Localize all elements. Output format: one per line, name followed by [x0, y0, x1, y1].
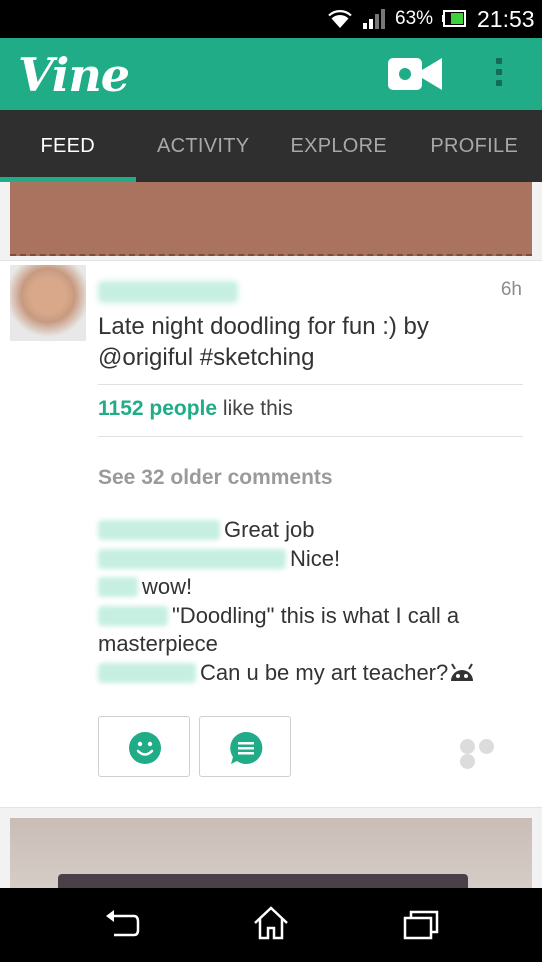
feed[interactable]: 6h Late night doodling for fun :) by @or… — [0, 182, 542, 888]
screen: 63% 21:53 Vine FEED ACTIVITY EXPLORE PRO… — [0, 0, 542, 962]
see-older-comments-link[interactable]: See 32 older comments — [98, 466, 333, 490]
video-camera-icon[interactable] — [388, 58, 442, 90]
comment-user[interactable] — [98, 548, 286, 569]
comment-user[interactable] — [98, 662, 196, 683]
next-video-thumbnail[interactable] — [10, 818, 532, 888]
comment-icon — [230, 731, 263, 764]
signal-icon — [363, 9, 385, 29]
status-bar: 63% 21:53 — [0, 0, 542, 38]
vine-logo[interactable]: Vine — [18, 48, 130, 102]
likes-count[interactable]: 1152 people — [98, 397, 217, 420]
navigation-bar — [0, 888, 542, 962]
tab-bar: FEED ACTIVITY EXPLORE PROFILE — [0, 110, 542, 182]
comment: Can u be my art teacher? — [98, 659, 518, 688]
comment-user[interactable] — [98, 605, 168, 626]
like-button[interactable] — [98, 716, 190, 777]
wifi-icon — [328, 10, 352, 28]
likes-suffix: like this — [217, 397, 293, 420]
post-author-name[interactable] — [98, 281, 238, 303]
post-caption: Late night doodling for fun :) by @origi… — [98, 313, 429, 371]
battery-percent: 63% — [395, 8, 434, 29]
tab-explore[interactable]: EXPLORE — [271, 110, 407, 182]
comment-user[interactable] — [98, 577, 138, 597]
comment-text: Can u be my art teacher? — [200, 659, 449, 685]
recent-apps-icon[interactable] — [403, 908, 439, 940]
android-emoji-icon — [451, 662, 474, 681]
back-icon[interactable] — [104, 908, 140, 938]
divider — [98, 436, 523, 437]
comment: Great job — [98, 516, 518, 545]
comment-button[interactable] — [199, 716, 291, 777]
comment-text: Nice! — [290, 545, 341, 571]
overflow-menu-icon[interactable] — [488, 58, 510, 92]
comment: "Doodling" this is what I call a masterp… — [98, 602, 518, 659]
comment-text: Great job — [224, 517, 315, 542]
likes-line[interactable]: 1152 people like this — [98, 397, 293, 421]
tab-profile[interactable]: PROFILE — [407, 110, 542, 182]
smiley-icon — [129, 732, 161, 764]
tab-activity[interactable]: ACTIVITY — [136, 110, 272, 182]
post-time: 6h — [500, 279, 522, 300]
clock: 21:53 — [477, 6, 535, 32]
comment: Nice! — [98, 545, 518, 574]
comment-text: wow! — [142, 574, 193, 599]
previous-video-thumbnail[interactable] — [10, 182, 532, 256]
home-icon[interactable] — [253, 906, 289, 940]
battery-icon — [442, 10, 466, 27]
comment: wow! — [98, 573, 518, 602]
app-bar: Vine — [0, 38, 542, 110]
tab-feed[interactable]: FEED — [0, 110, 136, 182]
avatar[interactable] — [10, 265, 86, 341]
divider — [98, 384, 523, 385]
more-dots-icon[interactable] — [460, 739, 516, 769]
comment-user[interactable] — [98, 520, 220, 540]
post-card: 6h Late night doodling for fun :) by @or… — [0, 260, 542, 808]
comments-list: Great job Nice! wow! "Doodling" this is … — [98, 516, 518, 687]
